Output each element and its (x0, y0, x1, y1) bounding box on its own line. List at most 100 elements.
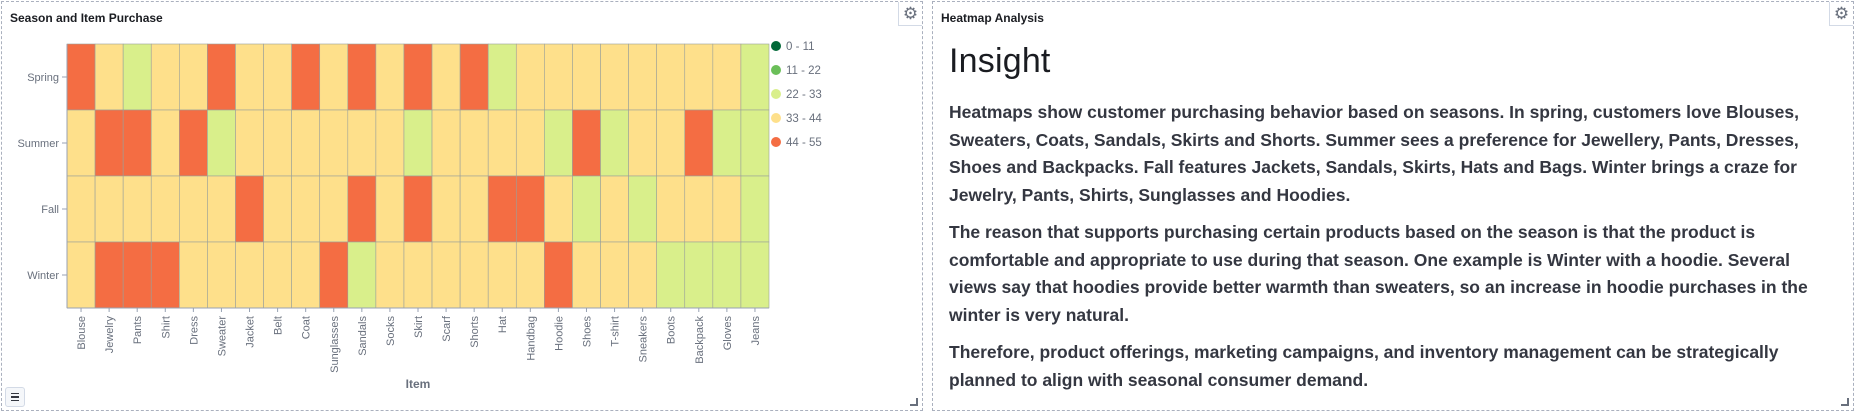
heatmap-cell (600, 109, 629, 177)
heatmap-cell (712, 241, 742, 309)
heatmap-cell (656, 43, 686, 111)
heatmap-cell (487, 241, 517, 309)
heatmap-cell (207, 241, 236, 309)
heatmap-cell (179, 109, 208, 177)
heatmap-cell (375, 241, 405, 309)
heatmap-cell (235, 175, 264, 243)
heatmap-cell (544, 43, 573, 111)
heatmap-cell (403, 43, 433, 111)
x-tick-label: Shoes (581, 316, 593, 348)
heatmap-cell (487, 43, 517, 111)
x-tick-label: Jacket (245, 316, 257, 348)
legend-label: 0 - 11 (786, 41, 815, 53)
heatmap-cell (263, 43, 292, 111)
heatmap-cell (235, 241, 264, 309)
heatmap-cell (291, 43, 321, 111)
legend-swatch (771, 137, 781, 147)
x-tick-label: Hoodie (553, 316, 565, 351)
x-tick-label: Backpack (694, 316, 706, 364)
heatmap-cell (319, 241, 349, 309)
insight-paragraph: The reason that supports purchasing cert… (949, 222, 1808, 325)
list-icon[interactable] (5, 387, 25, 407)
heatmap-cell (487, 109, 517, 177)
x-tick-label: Gloves (722, 316, 734, 351)
x-tick-label: Shirt (160, 316, 172, 339)
heatmap-cell (656, 109, 686, 177)
heatmap-cell (431, 175, 461, 243)
x-tick-label: Hat (497, 316, 509, 333)
season-item-panel: Season and Item Purchase ⚙ Spring Summer F… (1, 1, 923, 411)
heatmap-cell (179, 43, 208, 111)
y-tick-label: Fall (41, 204, 59, 216)
y-tick-label: Winter (27, 270, 59, 282)
heatmap-cell (684, 175, 714, 243)
heatmap-cell (291, 241, 321, 309)
gear-icon[interactable]: ⚙ (1829, 2, 1853, 26)
insight-paragraph: Heatmaps show customer purchasing behavi… (949, 102, 1799, 205)
heatmap-cell (375, 175, 405, 243)
heatmap-cell (263, 109, 292, 177)
heatmap-cell (179, 241, 208, 309)
legend-swatch (771, 41, 781, 51)
heatmap-cell (459, 43, 489, 111)
heatmap-cell (544, 241, 573, 309)
heatmap-cell (740, 43, 770, 111)
legend-label: 22 - 33 (786, 89, 822, 101)
y-tick-label: Summer (17, 138, 59, 150)
x-tick-label: Blouse (76, 316, 88, 350)
heatmap-cell (628, 175, 657, 243)
x-tick-label: Skirt (413, 316, 425, 338)
heatmap-cell (319, 109, 349, 177)
x-tick-label: Socks (385, 316, 397, 346)
heatmap-cell (572, 43, 601, 111)
heatmap-cell (487, 175, 517, 243)
heatmap-cell (712, 109, 742, 177)
heatmap-cell (684, 241, 714, 309)
x-tick-label: Pants (132, 316, 144, 345)
x-tick-label: Jewelry (104, 316, 116, 354)
heatmap-cell (684, 43, 714, 111)
x-tick-label: Belt (273, 316, 285, 335)
legend-swatch (771, 113, 781, 123)
resize-handle-icon[interactable] (910, 398, 918, 406)
resize-handle-icon[interactable] (1841, 398, 1849, 406)
x-tick-label: Scarf (441, 315, 453, 342)
heatmap-cell (94, 109, 124, 177)
heatmap-cell (572, 109, 601, 177)
heatmap-cell (94, 175, 124, 243)
heatmap-cell (600, 241, 629, 309)
legend-swatch (771, 89, 781, 99)
heatmap-cell (628, 109, 657, 177)
heatmap-cell (656, 241, 686, 309)
x-tick-label: Sweater (216, 316, 228, 357)
heatmap-cell (431, 43, 461, 111)
legend-label: 11 - 22 (786, 65, 821, 77)
heatmap-cell (235, 43, 264, 111)
heatmap-cell (150, 241, 180, 309)
heatmap-cell (235, 109, 264, 177)
heatmap-cell (347, 241, 377, 309)
heatmap-cell (291, 175, 321, 243)
heatmap-cell (207, 43, 236, 111)
heatmap-cell (319, 175, 349, 243)
heatmap-cell (740, 109, 770, 177)
heatmap-cell (122, 43, 152, 111)
heatmap-cell (150, 43, 180, 111)
heatmap-cell (347, 175, 377, 243)
x-tick-label: Dress (188, 316, 200, 345)
heatmap-cell (347, 109, 377, 177)
x-tick-label: Handbag (525, 316, 537, 361)
heatmap-cell (403, 175, 433, 243)
heatmap-cell (150, 175, 180, 243)
heatmap-cell (150, 109, 180, 177)
heatmap-cell (459, 109, 489, 177)
heatmap-cell (572, 241, 601, 309)
heatmap-cell (263, 175, 292, 243)
heatmap-cell (207, 109, 236, 177)
legend-label: 44 - 55 (786, 137, 822, 149)
x-tick-label: Boots (666, 316, 678, 345)
heatmap-cell (403, 109, 433, 177)
x-tick-label: Sneakers (638, 316, 650, 363)
heatmap-cell (66, 43, 96, 111)
heatmap-cell (122, 175, 152, 243)
